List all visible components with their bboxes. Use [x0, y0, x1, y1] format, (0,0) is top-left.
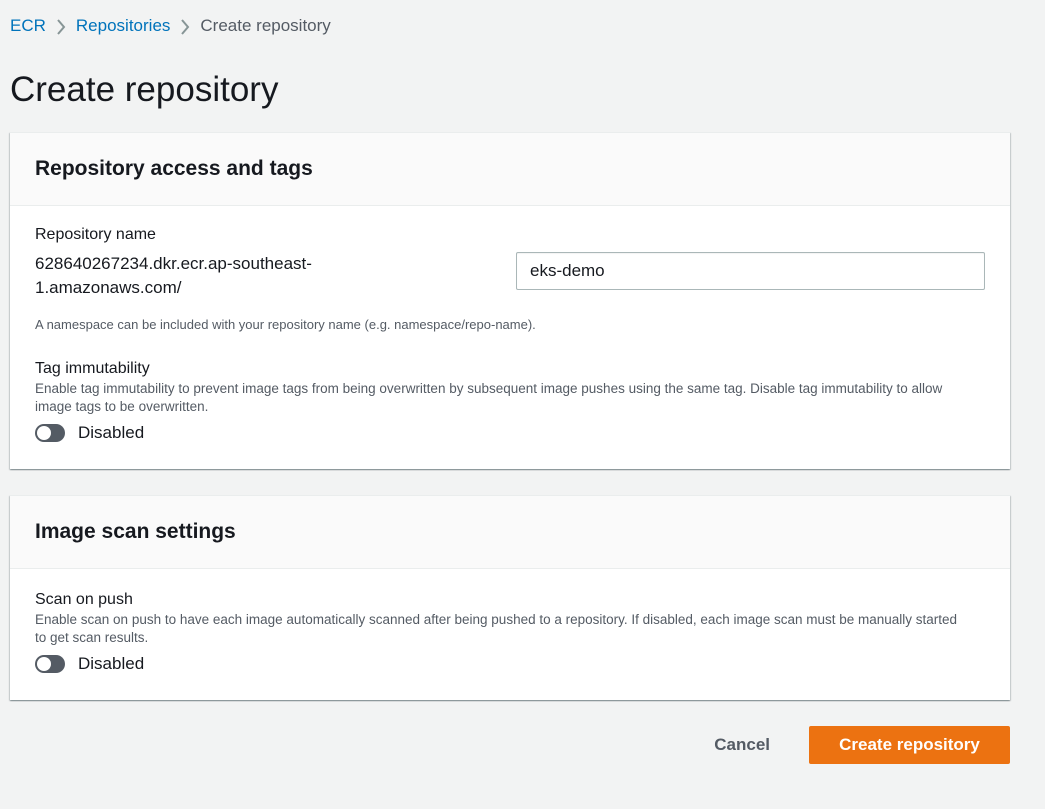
panel-header: Repository access and tags: [10, 133, 1010, 206]
repository-name-input[interactable]: [516, 252, 985, 290]
image-scan-panel: Image scan settings Scan on push Enable …: [10, 495, 1010, 700]
scan-on-push-description: Enable scan on push to have each image a…: [35, 612, 958, 645]
chevron-right-icon: [46, 16, 76, 37]
form-actions: Cancel Create repository: [10, 726, 1010, 764]
tag-immutability-label: Tag immutability: [35, 360, 150, 377]
namespace-hint: A namespace can be included with your re…: [35, 317, 536, 332]
tag-immutability-state: Disabled: [78, 423, 145, 442]
scan-on-push-toggle[interactable]: [35, 655, 65, 673]
repository-access-panel: Repository access and tags Repository na…: [10, 132, 1010, 469]
cancel-button[interactable]: Cancel: [694, 726, 790, 764]
tag-immutability-toggle-row: Disabled: [35, 423, 985, 443]
panel-body: Scan on push Enable scan on push to have…: [10, 569, 1010, 700]
breadcrumb-current: Create repository: [200, 16, 331, 35]
page-title: Create repository: [10, 70, 279, 109]
scan-on-push-toggle-row: Disabled: [35, 654, 985, 674]
tag-immutability-description: Enable tag immutability to prevent image…: [35, 381, 943, 414]
breadcrumb-ecr-link[interactable]: ECR: [10, 16, 46, 36]
panel-header: Image scan settings: [10, 496, 1010, 569]
panel-body: Repository name 628640267234.dkr.ecr.ap-…: [10, 206, 1010, 469]
repository-name-label: Repository name: [35, 226, 156, 243]
breadcrumb-repositories-link[interactable]: Repositories: [76, 16, 171, 36]
scan-on-push-state: Disabled: [78, 654, 145, 673]
chevron-right-icon: [170, 16, 200, 37]
create-repository-page: ECR Repositories Create repository Creat…: [0, 0, 1045, 809]
repository-name-row: 628640267234.dkr.ecr.ap-southeast-1.amaz…: [35, 252, 985, 300]
create-repository-button[interactable]: Create repository: [809, 726, 1010, 764]
toggle-knob: [37, 426, 51, 440]
toggle-knob: [37, 657, 51, 671]
panel-title: Repository access and tags: [35, 157, 313, 180]
breadcrumb: ECR Repositories Create repository: [10, 0, 1045, 52]
repository-uri-prefix: 628640267234.dkr.ecr.ap-southeast-1.amaz…: [35, 254, 312, 297]
tag-immutability-toggle[interactable]: [35, 424, 65, 442]
scan-on-push-label: Scan on push: [35, 591, 133, 608]
panel-title: Image scan settings: [35, 520, 236, 543]
